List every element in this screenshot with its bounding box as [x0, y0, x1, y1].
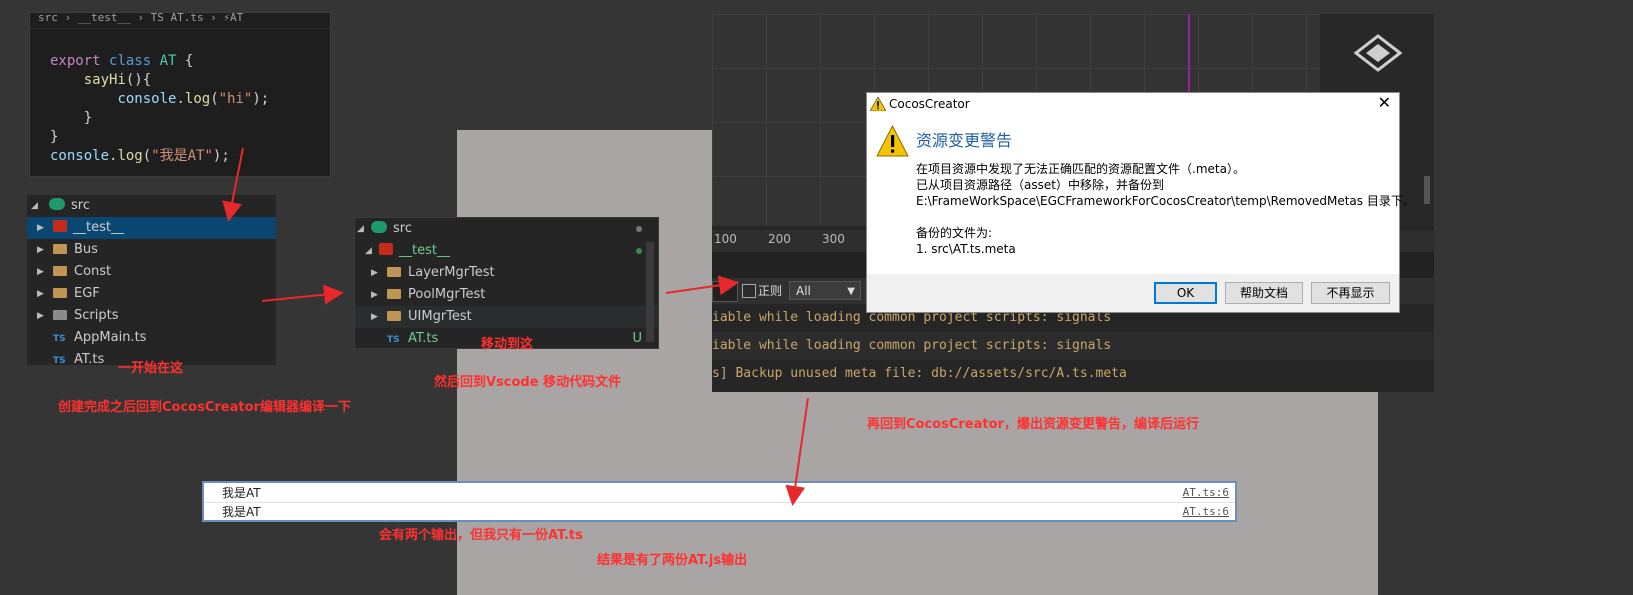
arrow-to-cocos	[665, 275, 739, 296]
annotation-back-vscode: 然后回到Vscode 移动代码文件	[434, 375, 622, 390]
annotation-two-outputs: 会有两个输出，但我只有一份AT.ts	[379, 528, 583, 543]
arrow-to-middle-tree	[261, 284, 344, 305]
arrow-to-log	[785, 397, 809, 506]
arrow-code-to-tree	[222, 147, 244, 222]
annotation-back-cocos: 再回到CocosCreator，爆出资源变更警告，编译后运行	[867, 417, 1199, 432]
annotation-start-here: 一开始在这	[118, 361, 184, 376]
annotation-move-here: 移动到这	[481, 337, 534, 352]
annotation-result: 结果是有了两份AT.js输出	[597, 553, 748, 568]
annotation-compile: 创建完成之后回到CocosCreator编辑器编译一下	[58, 400, 351, 415]
annotation-arrows	[222, 147, 809, 506]
